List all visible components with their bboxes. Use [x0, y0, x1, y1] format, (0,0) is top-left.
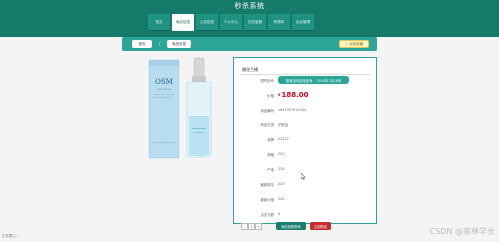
category-row: 商品分类 护肤品: [238, 120, 374, 128]
breadcrumb-home[interactable]: 首页: [132, 40, 152, 48]
origin-row: 产地 220: [238, 165, 374, 173]
site-title: 秒杀系统: [234, 2, 265, 10]
quantity-minus-button[interactable]: -: [241, 223, 248, 230]
currency-symbol: ¥: [278, 93, 281, 97]
brand-label: 品牌: [267, 137, 274, 142]
product-image: OSM OSM OSMOSE: [148, 57, 212, 159]
latest-signup-label: 最新报名: [260, 182, 274, 187]
origin-label: 产地: [267, 167, 274, 172]
nav-item-support[interactable]: 在线客服: [244, 14, 266, 31]
status-text: 正在载入...: [2, 234, 20, 238]
origin-value: 220: [278, 167, 285, 171]
product-number-label: 商品编号: [260, 108, 274, 113]
brand-value: 22222: [278, 137, 289, 141]
latest-signup-row: 最新报名 220: [238, 180, 374, 188]
quantity-input[interactable]: 1: [248, 223, 255, 230]
box-sub-text: OSM OSMOSE: [157, 89, 172, 91]
nav-item-home[interactable]: 首页: [148, 14, 170, 31]
flash-sale-countdown: 距离活动结束还有 ：2024年7月18号: [278, 76, 350, 84]
breadcrumb-separator: /: [159, 41, 161, 46]
click-count-label: 点击次数: [260, 212, 274, 217]
box-brand-text: OSM: [155, 78, 173, 86]
price-value: 188.00: [281, 91, 309, 99]
price-label: 价格: [267, 93, 274, 98]
add-to-cart-button[interactable]: 添加到购物车: [276, 222, 306, 230]
price-row: 价格 ¥ 188.00: [238, 91, 374, 99]
quantity-stepper: - 1 +: [241, 223, 262, 230]
watermark: CSDN @家林学长: [429, 227, 495, 236]
category-label: 商品分类: [260, 122, 274, 127]
product-name: 播花兰橘: [242, 67, 258, 72]
divider: [240, 74, 370, 75]
brand-row: 品牌 22222: [238, 135, 374, 143]
nav-item-cart[interactable]: 购物车: [268, 14, 290, 31]
nav-item-products[interactable]: 商品信息: [172, 14, 194, 31]
latest-price-value: 220: [278, 197, 285, 201]
spec-row: 规格 220: [238, 150, 374, 158]
latest-signup-value: 220: [278, 182, 285, 186]
product-detail-panel: 播花兰橘 限时秒杀 距离活动结束还有 ：2024年7月18号 价格 ¥ 188.…: [233, 57, 377, 224]
category-value: 护肤品: [278, 122, 289, 127]
breadcrumb: 首页 / 商品信息 ☆ 点我收藏: [122, 37, 377, 51]
main-nav: 首页 商品信息 公告信息 个人中心 在线客服 购物车 后台管理: [148, 14, 316, 31]
latest-price-label: 最新价格: [260, 197, 274, 202]
product-number-value: 1647007011044: [278, 108, 307, 112]
top-header: 秒杀系统 首页 商品信息 公告信息 个人中心 在线客服 购物车 后台管理: [0, 0, 499, 37]
quantity-plus-button[interactable]: +: [255, 223, 262, 230]
favorite-button[interactable]: ☆ 点我收藏: [339, 40, 369, 48]
spec-label: 规格: [267, 152, 274, 157]
buy-now-button[interactable]: 立即购买: [310, 222, 331, 230]
nav-item-profile[interactable]: 个人中心: [220, 14, 242, 31]
click-count-value: 5: [278, 212, 281, 216]
latest-price-row: 最新价格 220: [238, 195, 374, 203]
click-count-row: 点击次数 5: [238, 210, 374, 218]
breadcrumb-current[interactable]: 商品信息: [167, 40, 191, 48]
nav-item-announcements[interactable]: 公告信息: [196, 14, 218, 31]
flash-sale-row: 限时秒杀 距离活动结束还有 ：2024年7月18号: [238, 76, 374, 84]
flash-sale-label: 限时秒杀: [260, 78, 274, 83]
spec-value: 220: [278, 152, 285, 156]
product-number-row: 商品编号 1647007011044: [238, 106, 374, 114]
nav-item-admin[interactable]: 后台管理: [292, 14, 314, 31]
cursor-icon: [301, 173, 306, 180]
